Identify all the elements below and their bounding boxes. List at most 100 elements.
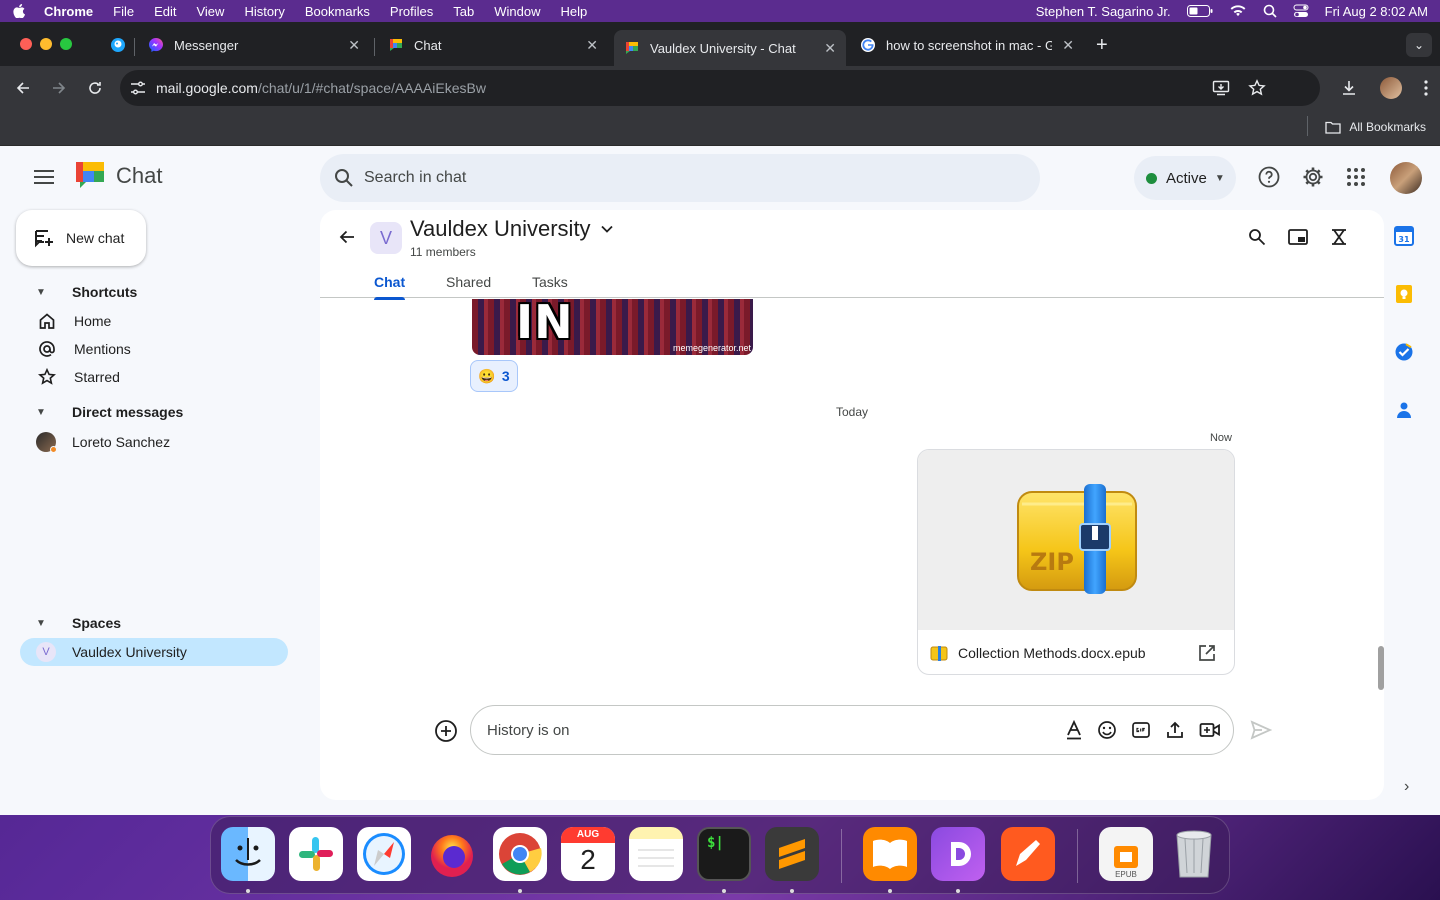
- calendar-icon[interactable]: 31: [1394, 226, 1414, 246]
- sidebar-item-home[interactable]: Home: [38, 312, 111, 330]
- search-icon[interactable]: [1248, 228, 1266, 246]
- notes-icon[interactable]: [629, 827, 683, 881]
- sidebar-item-starred[interactable]: Starred: [38, 368, 120, 386]
- menu-history[interactable]: History: [244, 4, 284, 19]
- menu-app-name[interactable]: Chrome: [44, 4, 93, 19]
- tab-chat[interactable]: Chat ✕: [378, 30, 608, 60]
- pop-out-icon[interactable]: [1288, 228, 1308, 246]
- menu-edit[interactable]: Edit: [154, 4, 176, 19]
- safari-icon[interactable]: [357, 827, 411, 881]
- firefox-icon[interactable]: [425, 827, 479, 881]
- close-tab-icon[interactable]: ✕: [348, 37, 360, 54]
- menu-help[interactable]: Help: [561, 4, 588, 19]
- threads-icon[interactable]: [1330, 228, 1348, 246]
- sidebar-item-space[interactable]: V Vauldex University: [20, 638, 288, 666]
- video-meeting-icon[interactable]: [1199, 720, 1221, 740]
- trash-icon[interactable]: [1167, 827, 1221, 881]
- menu-bookmarks[interactable]: Bookmarks: [305, 4, 370, 19]
- vectorize-app-icon[interactable]: [1001, 827, 1055, 881]
- sublime-text-icon[interactable]: [765, 827, 819, 881]
- meme-image[interactable]: IN SCALA memegenerator.net: [472, 299, 753, 355]
- message-composer-input[interactable]: History is on: [470, 705, 1234, 755]
- menu-window[interactable]: Window: [494, 4, 540, 19]
- menu-view[interactable]: View: [196, 4, 224, 19]
- status-dropdown[interactable]: Active ▼: [1134, 156, 1236, 200]
- account-avatar[interactable]: [1390, 162, 1422, 194]
- calendar-app-icon[interactable]: AUG 2: [561, 827, 615, 881]
- close-window-button[interactable]: [20, 38, 32, 50]
- install-app-icon[interactable]: [1212, 79, 1230, 97]
- back-arrow-icon[interactable]: [12, 77, 34, 99]
- text-format-icon[interactable]: [1065, 720, 1083, 740]
- site-settings-icon[interactable]: [130, 81, 146, 95]
- minimize-window-button[interactable]: [40, 38, 52, 50]
- search-icon[interactable]: [334, 168, 354, 188]
- tab-search-chevron-icon[interactable]: ⌄: [1406, 33, 1432, 57]
- reload-icon[interactable]: [84, 77, 106, 99]
- dictionary-app-icon[interactable]: [931, 827, 985, 881]
- google-apps-icon[interactable]: [1346, 167, 1366, 187]
- message-list-scrollbar[interactable]: [1378, 646, 1384, 690]
- tasks-icon[interactable]: [1394, 342, 1414, 362]
- help-icon[interactable]: [1258, 166, 1280, 188]
- menu-profiles[interactable]: Profiles: [390, 4, 433, 19]
- expand-side-panel-chevron-icon[interactable]: ›: [1404, 778, 1409, 796]
- close-tab-icon[interactable]: ✕: [1062, 37, 1074, 54]
- bookmark-star-icon[interactable]: [1248, 79, 1266, 97]
- shortcuts-section-header[interactable]: ▼ Shortcuts: [36, 284, 137, 300]
- menu-tab[interactable]: Tab: [453, 4, 474, 19]
- profile-avatar-toolbar[interactable]: [1380, 77, 1402, 99]
- all-bookmarks-button[interactable]: All Bookmarks: [1307, 116, 1426, 136]
- finder-icon[interactable]: [221, 827, 275, 881]
- tab-messenger[interactable]: Messenger ✕: [138, 30, 370, 60]
- menu-clock[interactable]: Fri Aug 2 8:02 AM: [1325, 4, 1428, 19]
- menu-user-name[interactable]: Stephen T. Sagarino Jr.: [1036, 4, 1171, 19]
- forward-arrow-icon[interactable]: [48, 77, 70, 99]
- zoom-window-button[interactable]: [60, 38, 72, 50]
- space-title-button[interactable]: Vauldex University: [410, 216, 613, 242]
- spotlight-search-icon[interactable]: [1263, 4, 1277, 18]
- wifi-icon[interactable]: [1229, 5, 1247, 17]
- apple-icon[interactable]: [12, 4, 26, 18]
- keep-icon[interactable]: [1394, 284, 1414, 304]
- close-tab-icon[interactable]: ✕: [586, 37, 598, 54]
- search-chat-input[interactable]: Search in chat: [320, 154, 1040, 202]
- terminal-icon[interactable]: $|: [697, 827, 751, 881]
- main-menu-icon[interactable]: [34, 170, 54, 186]
- settings-gear-icon[interactable]: [1302, 166, 1324, 188]
- direct-messages-section-header[interactable]: ▼ Direct messages: [36, 404, 183, 420]
- gif-icon[interactable]: [1131, 720, 1151, 740]
- chrome-menu-icon[interactable]: [1424, 80, 1428, 96]
- battery-icon[interactable]: [1186, 5, 1213, 17]
- tab-shared[interactable]: Shared: [446, 274, 491, 290]
- upload-file-icon[interactable]: [1165, 720, 1185, 740]
- sidebar-item-dm[interactable]: Loreto Sanchez: [36, 432, 170, 453]
- send-icon[interactable]: [1250, 720, 1272, 740]
- chrome-app-icon[interactable]: [493, 827, 547, 881]
- chat-logo[interactable]: Chat: [74, 160, 162, 192]
- spaces-section-header[interactable]: ▼ Spaces: [36, 615, 121, 631]
- tab-google-search[interactable]: how to screenshot in mac - G ✕: [850, 30, 1084, 60]
- sidebar-item-mentions[interactable]: Mentions: [38, 340, 131, 358]
- emoji-reaction-chip[interactable]: 😀 3: [470, 360, 518, 392]
- member-count[interactable]: 11 members: [410, 245, 476, 259]
- slack-icon[interactable]: [289, 827, 343, 881]
- tab-chat[interactable]: Chat: [374, 274, 406, 300]
- file-attachment-card[interactable]: ZIP Collection Methods.docx.epub: [917, 449, 1235, 675]
- open-in-new-icon[interactable]: [1198, 644, 1216, 662]
- new-tab-icon[interactable]: +: [1096, 34, 1108, 57]
- back-arrow-icon[interactable]: [338, 228, 356, 246]
- tab-pinned-app[interactable]: [100, 30, 125, 60]
- contacts-icon[interactable]: [1394, 400, 1414, 420]
- add-content-icon[interactable]: [434, 719, 458, 743]
- menu-file[interactable]: File: [113, 4, 134, 19]
- tab-vauldex-chat[interactable]: Vauldex University - Chat ✕: [614, 30, 846, 66]
- downloads-icon[interactable]: [1340, 79, 1358, 97]
- new-chat-button[interactable]: New chat: [16, 210, 146, 266]
- emoji-icon[interactable]: [1097, 720, 1117, 740]
- close-tab-icon[interactable]: ✕: [824, 40, 836, 57]
- control-center-icon[interactable]: [1293, 4, 1309, 18]
- books-icon[interactable]: [863, 827, 917, 881]
- attachment-file-row[interactable]: Collection Methods.docx.epub: [918, 630, 1234, 674]
- epub-file-icon[interactable]: EPUB: [1099, 827, 1153, 881]
